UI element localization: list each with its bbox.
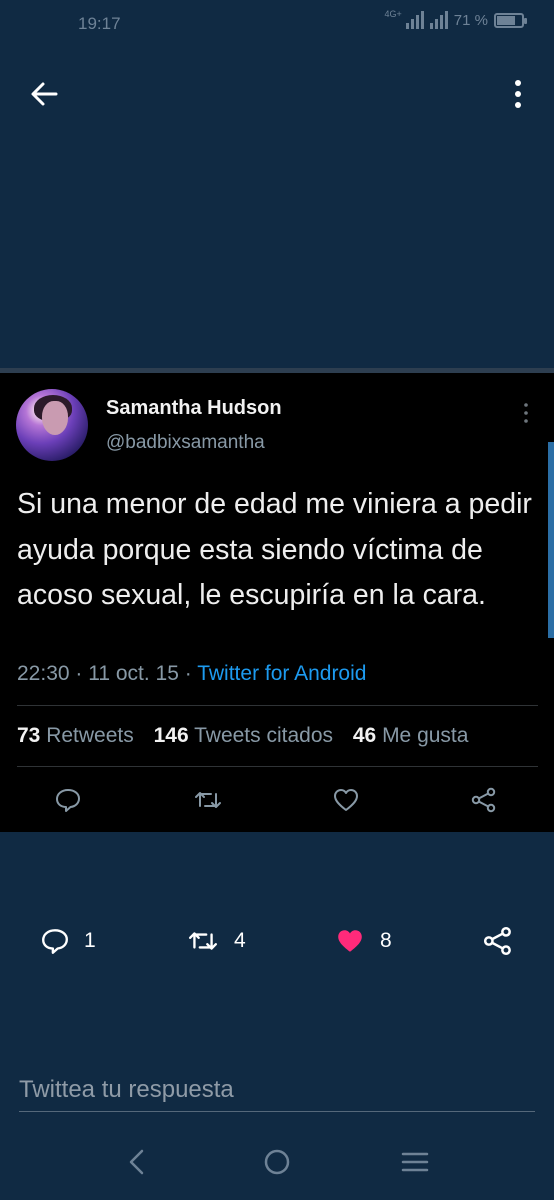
heart-icon bbox=[338, 930, 362, 952]
retweet-icon bbox=[195, 792, 221, 808]
more-vertical-icon[interactable] bbox=[510, 78, 526, 110]
tweet-text: Si una menor de edad me viniera a pedir … bbox=[17, 488, 532, 611]
heart-icon bbox=[334, 789, 358, 811]
nav-menu-icon[interactable] bbox=[399, 1146, 431, 1178]
reply-input-underline bbox=[19, 1111, 535, 1112]
tweet-time: 22:30 bbox=[17, 662, 70, 685]
reply-count: 1 bbox=[84, 929, 96, 952]
retweet-icon bbox=[188, 932, 218, 950]
tweet-more-icon bbox=[524, 403, 528, 423]
battery-icon bbox=[494, 12, 527, 28]
divider bbox=[17, 766, 538, 767]
signal-icon bbox=[405, 11, 424, 29]
retweets-count: 73 bbox=[17, 724, 41, 747]
tweet-date: 11 oct. 15 bbox=[88, 662, 179, 685]
like-count: 8 bbox=[380, 929, 392, 952]
tweet-meta: 22:30 · 11 oct. 15 · Twitter for Android bbox=[17, 662, 367, 685]
retweets-label: Retweets bbox=[46, 724, 134, 747]
share-icon bbox=[483, 926, 511, 956]
retweet-count: 4 bbox=[234, 929, 246, 952]
reply-icon bbox=[42, 929, 68, 954]
tweet-source: Twitter for Android bbox=[197, 662, 367, 685]
quotes-count: 146 bbox=[153, 724, 189, 747]
network-type-label: 4G+ bbox=[384, 9, 402, 19]
tweet-stats: 73 Retweets 146 Tweets citados 46 Me gus… bbox=[17, 724, 468, 748]
embed-scroll-indicator bbox=[548, 442, 554, 638]
like-button[interactable]: 8 bbox=[334, 925, 392, 957]
system-icons: 4G+ 71 % bbox=[384, 9, 527, 29]
reply-button[interactable]: 1 bbox=[40, 925, 96, 957]
signal-2-icon bbox=[429, 11, 448, 29]
share-icon bbox=[471, 787, 496, 813]
status-bar: 19:17 4G+ 71 % bbox=[0, 0, 554, 50]
likes-count: 46 bbox=[352, 724, 377, 747]
quotes-label: Tweets citados bbox=[194, 724, 334, 747]
share-button[interactable] bbox=[482, 925, 514, 957]
embed-border bbox=[0, 368, 554, 373]
reply-icon bbox=[56, 789, 80, 812]
battery-percent: 71 % bbox=[453, 11, 488, 29]
avatar bbox=[16, 389, 88, 461]
divider bbox=[17, 705, 538, 706]
nav-back-icon[interactable] bbox=[122, 1146, 154, 1178]
author-handle: @badbixsamantha bbox=[106, 432, 265, 453]
status-time: 19:17 bbox=[78, 14, 121, 33]
author-name: Samantha Hudson bbox=[106, 397, 282, 419]
retweet-button[interactable]: 4 bbox=[186, 925, 246, 957]
nav-home-icon[interactable] bbox=[261, 1146, 293, 1178]
likes-label: Me gusta bbox=[382, 724, 469, 747]
reply-input[interactable] bbox=[19, 1068, 535, 1112]
arrow-left-icon[interactable] bbox=[28, 78, 60, 110]
